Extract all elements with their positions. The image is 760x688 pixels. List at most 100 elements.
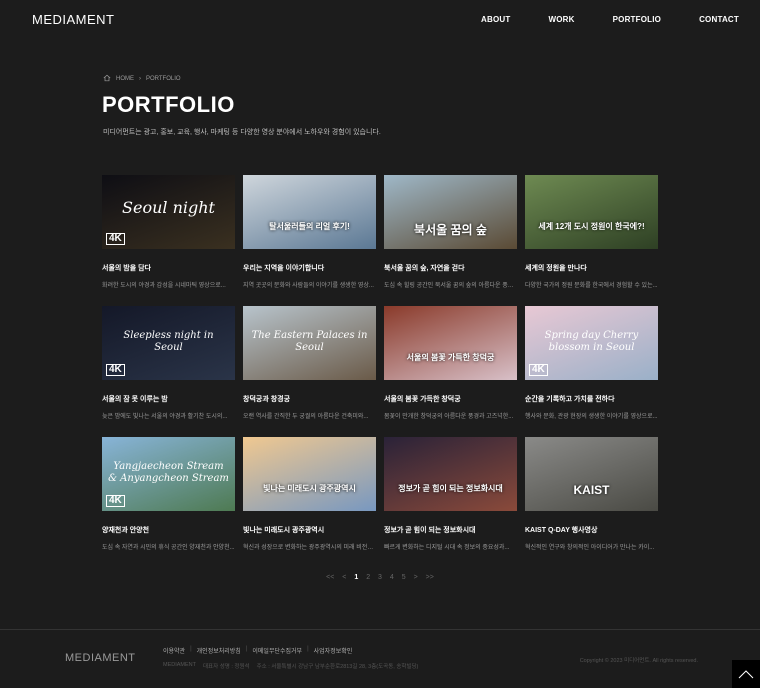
site-logo[interactable]: MEDIAMENT: [32, 12, 115, 27]
portfolio-thumbnail[interactable]: 빛나는 미래도시 광주광역시: [243, 437, 376, 511]
card-title[interactable]: 서울의 봄꽃 가득한 창덕궁: [384, 394, 517, 404]
page-next-button[interactable]: >: [414, 574, 418, 581]
thumbnail-caption: Spring day Cherry blossom in Seoul: [544, 330, 639, 353]
page-5[interactable]: 5: [402, 574, 406, 581]
portfolio-card[interactable]: The Eastern Palaces in Seoul 창덕궁과 창경궁오랜 역…: [243, 306, 376, 437]
portfolio-thumbnail[interactable]: The Eastern Palaces in Seoul: [243, 306, 376, 380]
page-1[interactable]: 1: [354, 574, 358, 581]
card-title[interactable]: 정보가 곧 힘이 되는 정보화시대: [384, 525, 517, 535]
thumbnail-caption: The Eastern Palaces in Seoul: [251, 330, 368, 353]
card-title[interactable]: 세계의 정원을 만나다: [525, 263, 658, 273]
thumbnail-caption: 빛나는 미래도시 광주광역시: [263, 484, 356, 493]
card-title[interactable]: KAIST Q-DAY 행사영상: [525, 525, 658, 535]
pagination: << < 1 2 3 4 5 > >>: [0, 574, 760, 581]
site-footer: MEDIAMENT 이용약관 | 개인정보처리방침 | 이메일무단수집거부 | 사업자…: [0, 629, 760, 688]
nav-work[interactable]: WORK: [548, 15, 574, 24]
card-description: 도심 속 자연과 시민의 휴식 공간인 양재천과 안양천...: [102, 545, 235, 551]
quality-badge: 4K: [106, 364, 125, 376]
portfolio-thumbnail[interactable]: 북서울 꿈의 숲: [384, 175, 517, 249]
page-title: PORTFOLIO: [102, 92, 235, 117]
main-nav: ABOUT WORK PORTFOLIO CONTACT: [443, 15, 739, 24]
portfolio-card[interactable]: 서울의 봄꽃 가득한 창덕궁 서울의 봄꽃 가득한 창덕궁 봄꽃이 만개한 창덕궁의…: [384, 306, 517, 437]
card-description: 혁신과 성장으로 변화하는 광주광역시의 미래 비전과...: [243, 545, 376, 551]
portfolio-thumbnail[interactable]: 세계 12개 도시 정원이 한국에?!: [525, 175, 658, 249]
chevron-right-icon: ›: [139, 76, 141, 82]
portfolio-thumbnail[interactable]: KAIST: [525, 437, 658, 511]
card-description: 행사와 문화, 관광 현장의 생생한 이야기를 영상으로...: [525, 414, 658, 420]
portfolio-card[interactable]: Seoul night 4K 서울의 밤을 담다화려한 도시의 야경과 감성을 시네…: [102, 175, 235, 306]
breadcrumb: HOME › PORTFOLIO: [103, 74, 181, 84]
card-title[interactable]: 양재천과 안양천: [102, 525, 235, 535]
portfolio-card[interactable]: 빛나는 미래도시 광주광역시 빛나는 미래도시 광주광역시 혁신과 성장으로 변화하…: [243, 437, 376, 568]
thumbnail-caption: 북서울 꿈의 숲: [414, 223, 487, 237]
nav-portfolio[interactable]: PORTFOLIO: [613, 15, 661, 24]
portfolio-card[interactable]: 북서울 꿈의 숲북서울 꿈의 숲, 자연을 걷다도심 속 힐링 공간인 북서울 …: [384, 175, 517, 306]
footer-link-business[interactable]: 사업자정보확인: [314, 646, 353, 655]
card-description: 혁신적인 연구와 창의적인 아이디어가 만나는 카이...: [525, 545, 655, 551]
page-first-button[interactable]: <<: [326, 574, 334, 581]
portfolio-thumbnail[interactable]: 탈서울러들의 리얼 후기!: [243, 175, 376, 249]
scroll-top-button[interactable]: [732, 660, 760, 688]
footer-ceo: 대표자 성명 : 정원석: [203, 664, 250, 670]
quality-badge: 4K: [106, 233, 125, 245]
thumbnail-caption: 세계 12개 도시 정원이 한국에?!: [538, 222, 645, 231]
page-last-button[interactable]: >>: [426, 574, 434, 581]
site-header: MEDIAMENT ABOUT WORK PORTFOLIO CONTACT: [0, 0, 760, 40]
divider: |: [245, 646, 248, 652]
card-title[interactable]: 서울의 잠 못 이루는 밤: [102, 394, 235, 404]
card-title[interactable]: 순간을 기록하고 가치를 전하다: [525, 394, 658, 404]
page-prev-button[interactable]: <: [342, 574, 346, 581]
page-description: 미디어먼트는 광고, 홍보, 교육, 행사, 마케팅 등 다양한 영상 분야에서…: [103, 129, 381, 136]
quality-badge: 4K: [106, 495, 125, 507]
chevron-up-icon: [738, 670, 754, 679]
footer-link-privacy[interactable]: 개인정보처리방침: [197, 646, 241, 655]
thumbnail-caption: Seoul night: [122, 198, 215, 217]
card-description: 도심 속 힐링 공간인 북서울 꿈의 숲의 아름다운 풍경...: [384, 283, 517, 289]
card-description: 지역 곳곳의 문화와 사람들의 이야기를 생생한 영상...: [243, 283, 374, 289]
portfolio-thumbnail[interactable]: 정보가 곧 힘이 되는 정보화시대: [384, 437, 517, 511]
card-title[interactable]: 서울의 밤을 담다: [102, 263, 235, 273]
portfolio-thumbnail[interactable]: Yangjaecheon Stream & Anyangcheon Stream…: [102, 437, 235, 511]
portfolio-thumbnail[interactable]: Spring day Cherry blossom in Seoul 4K: [525, 306, 658, 380]
portfolio-thumbnail[interactable]: Seoul night 4K: [102, 175, 235, 249]
card-title[interactable]: 빛나는 미래도시 광주광역시: [243, 525, 376, 535]
portfolio-card[interactable]: 탈서울러들의 리얼 후기! 우리는 지역을 이야기합니다지역 곳곳의 문화와 사람…: [243, 175, 376, 306]
portfolio-card[interactable]: Yangjaecheon Stream & Anyangcheon Stream…: [102, 437, 235, 568]
portfolio-card[interactable]: 정보가 곧 힘이 되는 정보화시대 정보가 곧 힘이 되는 정보화시대 빠르게 변화…: [384, 437, 517, 568]
footer-company: MEDIAMENT: [163, 662, 196, 668]
home-icon[interactable]: [103, 74, 111, 84]
thumbnail-caption: Sleepless night in Seoul: [123, 330, 214, 353]
nav-contact[interactable]: CONTACT: [699, 15, 739, 24]
card-description: 화려한 도시의 야경과 감성을 시네마틱 영상으로...: [102, 283, 226, 289]
thumbnail-caption: 탈서울러들의 리얼 후기!: [269, 222, 350, 231]
nav-about[interactable]: ABOUT: [481, 15, 510, 24]
card-description: 다양한 국가의 정원 문화를 한국에서 경험할 수 있는...: [525, 283, 658, 289]
page-3[interactable]: 3: [378, 574, 382, 581]
card-title[interactable]: 우리는 지역을 이야기합니다: [243, 263, 376, 273]
card-description: 빠르게 변화하는 디지털 시대 속 정보의 중요성과...: [384, 545, 510, 551]
footer-link-email[interactable]: 이메일무단수집거부: [252, 646, 302, 655]
divider: |: [190, 646, 192, 652]
footer-logo: MEDIAMENT: [65, 652, 136, 664]
portfolio-card[interactable]: Sleepless night in Seoul 4K 서울의 잠 못 이루는 밤늦…: [102, 306, 235, 437]
card-description: 늦은 밤에도 빛나는 서울의 야경과 활기찬 도시의...: [102, 414, 228, 420]
footer-link-terms[interactable]: 이용약관: [163, 646, 185, 655]
card-title[interactable]: 북서울 꿈의 숲, 자연을 걷다: [384, 263, 517, 273]
footer-links: 이용약관 | 개인정보처리방침 | 이메일무단수집거부 | 사업자정보확인: [163, 646, 357, 655]
portfolio-card[interactable]: 세계 12개 도시 정원이 한국에?! 세계의 정원을 만나다다양한 국가의 정원…: [525, 175, 658, 306]
portfolio-card[interactable]: KAIST KAIST Q-DAY 행사영상혁신적인 연구와 창의적인 아이디어가…: [525, 437, 658, 568]
card-title[interactable]: 창덕궁과 창경궁: [243, 394, 376, 404]
portfolio-thumbnail[interactable]: Sleepless night in Seoul 4K: [102, 306, 235, 380]
footer-company-info: MEDIAMENT 대표자 성명 : 정원석 주소 : 서울특별시 강남구 남부…: [163, 662, 425, 670]
breadcrumb-home[interactable]: HOME: [116, 76, 134, 82]
footer-copyright: Copyright © 2023 미디어먼트. All rights reser…: [579, 658, 698, 664]
page-4[interactable]: 4: [390, 574, 394, 581]
page-2[interactable]: 2: [366, 574, 370, 581]
portfolio-thumbnail[interactable]: 서울의 봄꽃 가득한 창덕궁: [384, 306, 517, 380]
footer-address: 주소 : 서울특별시 강남구 남부순환로2813길 28, 3층(도곡동, 송학…: [256, 664, 419, 670]
card-description: 봄꽃이 만개한 창덕궁의 아름다운 풍경과 고즈넉한...: [384, 414, 514, 420]
thumbnail-caption: Yangjaecheon Stream & Anyangcheon Stream: [108, 461, 229, 484]
thumbnail-caption: 정보가 곧 힘이 되는 정보화시대: [398, 484, 503, 493]
portfolio-card[interactable]: Spring day Cherry blossom in Seoul 4K 순간을 …: [525, 306, 658, 437]
card-description: 오랜 역사를 간직한 두 궁궐의 아름다운 건축미와...: [243, 414, 369, 420]
